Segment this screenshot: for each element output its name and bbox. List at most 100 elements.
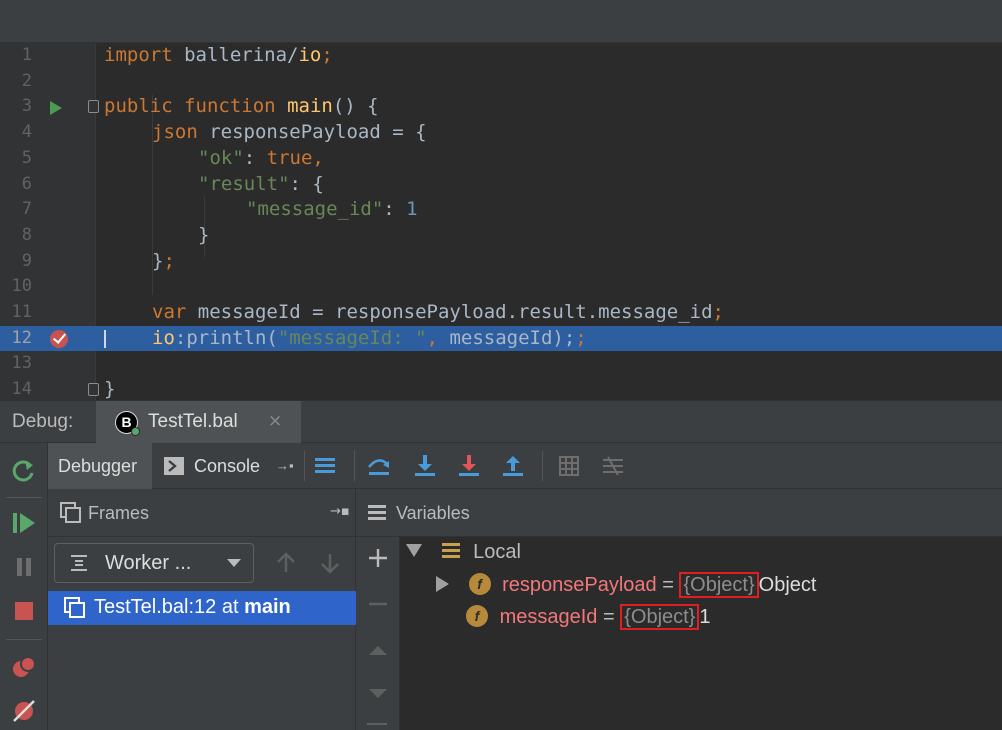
debug-title: Debug: xyxy=(12,411,74,432)
code-text: public function main() { xyxy=(104,95,379,118)
code-text: import ballerina/io; xyxy=(104,44,333,66)
variable-type: {Object} xyxy=(620,604,700,630)
variable-equals: = xyxy=(597,606,621,628)
show-execution-point-icon[interactable] xyxy=(312,453,338,479)
debugger-tab-bar: Debugger Console →▪ xyxy=(48,443,1002,489)
frames-header: Frames →▪ xyxy=(48,489,355,537)
variable-type: {Object} xyxy=(679,572,759,598)
debug-side-toolbar xyxy=(0,443,48,730)
add-watch-icon[interactable] xyxy=(367,547,389,569)
toolbar-separator xyxy=(6,497,42,498)
code-editor[interactable]: 1 import ballerina/io; 2 3 public functi… xyxy=(0,43,1002,400)
variables-title: Variables xyxy=(396,503,470,523)
arrow-down-icon[interactable] xyxy=(318,551,342,575)
session-tab-label: TestTel.bal xyxy=(148,411,238,432)
frame-list-item[interactable]: TestTel.bal:12 at main xyxy=(48,591,356,625)
step-out-icon[interactable] xyxy=(500,453,526,479)
variable-value: 1 xyxy=(699,606,711,628)
variables-panel: Variables Local f responsePayload = {Obj… xyxy=(356,489,1002,730)
toolbar-separator xyxy=(6,639,42,640)
step-into-icon[interactable] xyxy=(412,453,438,479)
line-number: 2 xyxy=(21,70,32,91)
variables-icon xyxy=(368,505,386,520)
code-text: } xyxy=(198,223,210,246)
force-step-into-icon[interactable] xyxy=(456,453,482,479)
variable-row[interactable]: f responsePayload = {Object} Object xyxy=(436,572,817,605)
frames-icon xyxy=(60,502,81,523)
text-caret xyxy=(104,329,106,348)
code-line[interactable]: 3 public function main() { xyxy=(0,94,1002,120)
remove-watch-icon[interactable] xyxy=(367,593,389,615)
pin-panel-icon[interactable]: →▪ xyxy=(330,504,350,519)
code-text: json responsePayload = { xyxy=(152,121,427,144)
code-line[interactable]: 14 } xyxy=(0,377,1002,400)
trace-current-stream-icon[interactable] xyxy=(600,453,626,479)
view-breakpoints-icon[interactable] xyxy=(10,653,38,681)
running-indicator-icon xyxy=(131,427,140,436)
run-gutter-icon[interactable] xyxy=(50,101,62,116)
code-line[interactable]: 6 "result": { xyxy=(0,172,1002,198)
code-text: var messageId = responsePayload.result.m… xyxy=(152,301,724,323)
tab-console-label: Console xyxy=(194,456,261,476)
current-execution-line[interactable]: 12 io:println("messageId: ", messageId);… xyxy=(0,325,1002,352)
variable-equals: = xyxy=(656,574,680,596)
line-number: 7 xyxy=(21,199,32,220)
toolbar-separator xyxy=(542,451,543,481)
code-line[interactable]: 4 json responsePayload = { xyxy=(0,120,1002,146)
code-text: io:println("messageId: ", messageId);; xyxy=(152,326,587,349)
worker-select[interactable]: Worker ... xyxy=(54,543,254,583)
line-number: 1 xyxy=(21,45,32,65)
field-icon: f xyxy=(466,605,488,627)
move-down-icon[interactable] xyxy=(367,683,389,705)
code-line[interactable]: 2 xyxy=(0,69,1002,95)
resume-program-icon[interactable] xyxy=(10,509,38,537)
breakpoint-icon[interactable] xyxy=(50,329,68,348)
top-bar xyxy=(0,0,1002,43)
variables-tree-node-local[interactable]: Local xyxy=(406,541,521,573)
duplicate-watch-icon[interactable] xyxy=(367,723,387,725)
fold-marker-icon[interactable] xyxy=(88,383,99,397)
code-line[interactable]: 9 }; xyxy=(0,249,1002,275)
code-line[interactable]: 11 var messageId = responsePayload.resul… xyxy=(0,300,1002,326)
code-line[interactable]: 7 "message_id": 1 xyxy=(0,197,1002,223)
tab-debugger-label: Debugger xyxy=(58,456,138,476)
tab-debugger[interactable]: Debugger xyxy=(48,443,152,489)
move-up-icon[interactable] xyxy=(367,639,389,661)
evaluate-expression-icon[interactable] xyxy=(556,453,582,479)
step-over-icon[interactable] xyxy=(366,453,392,479)
variables-header: Variables xyxy=(356,489,1002,537)
code-line[interactable]: 10 xyxy=(0,274,1002,300)
code-line[interactable]: 8 } xyxy=(0,223,1002,249)
line-number: 3 xyxy=(21,96,32,117)
collapse-icon[interactable] xyxy=(406,544,422,557)
debug-session-tab[interactable]: B TestTel.bal × xyxy=(96,401,301,443)
code-line[interactable]: 5 "ok": true, xyxy=(0,146,1002,172)
frames-title: Frames xyxy=(88,503,150,523)
code-line[interactable]: 1 import ballerina/io; xyxy=(0,43,1002,69)
line-number: 4 xyxy=(21,122,32,143)
code-text: "ok": true, xyxy=(198,146,324,169)
close-tab-icon[interactable]: × xyxy=(268,411,282,431)
code-line[interactable]: 13 xyxy=(0,351,1002,377)
debug-tool-window-header: Debug: B TestTel.bal × xyxy=(0,400,1002,443)
pause-program-icon[interactable] xyxy=(10,553,38,581)
field-icon: f xyxy=(468,573,491,595)
variable-name: responsePayload xyxy=(502,574,657,596)
fold-marker-icon[interactable] xyxy=(88,100,99,114)
variable-value: Object xyxy=(758,574,817,596)
line-number: 9 xyxy=(21,250,32,271)
line-number: 8 xyxy=(21,224,32,245)
frame-label: TestTel.bal:12 at main xyxy=(94,596,291,618)
frames-panel: Frames →▪ Worker ... TestTel.bal:12 at m… xyxy=(48,489,356,730)
variable-row[interactable]: f messageId = {Object} 1 xyxy=(466,604,711,637)
pin-tab-icon[interactable]: →▪ xyxy=(276,443,294,489)
stop-icon[interactable] xyxy=(10,597,38,625)
toolbar-separator xyxy=(304,451,305,481)
scope-label: Local xyxy=(473,541,521,563)
tab-console[interactable]: Console →▪ xyxy=(152,443,302,489)
arrow-up-icon[interactable] xyxy=(274,551,298,575)
rerun-icon[interactable] xyxy=(10,457,38,485)
mute-breakpoints-icon[interactable] xyxy=(10,697,38,725)
variable-name: messageId xyxy=(499,606,598,628)
expand-icon[interactable] xyxy=(436,576,449,592)
